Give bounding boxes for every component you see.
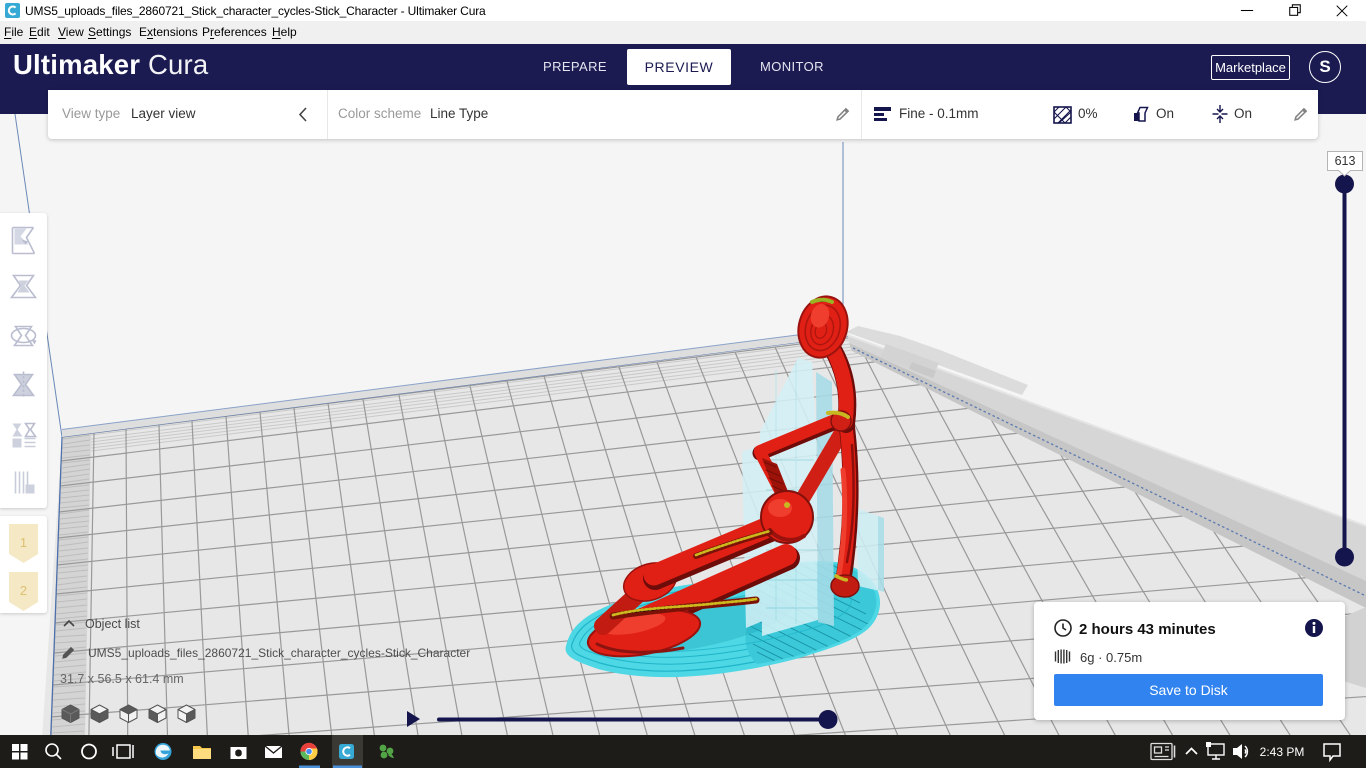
svg-text:1: 1 xyxy=(20,535,27,550)
svg-text:2: 2 xyxy=(20,583,27,598)
